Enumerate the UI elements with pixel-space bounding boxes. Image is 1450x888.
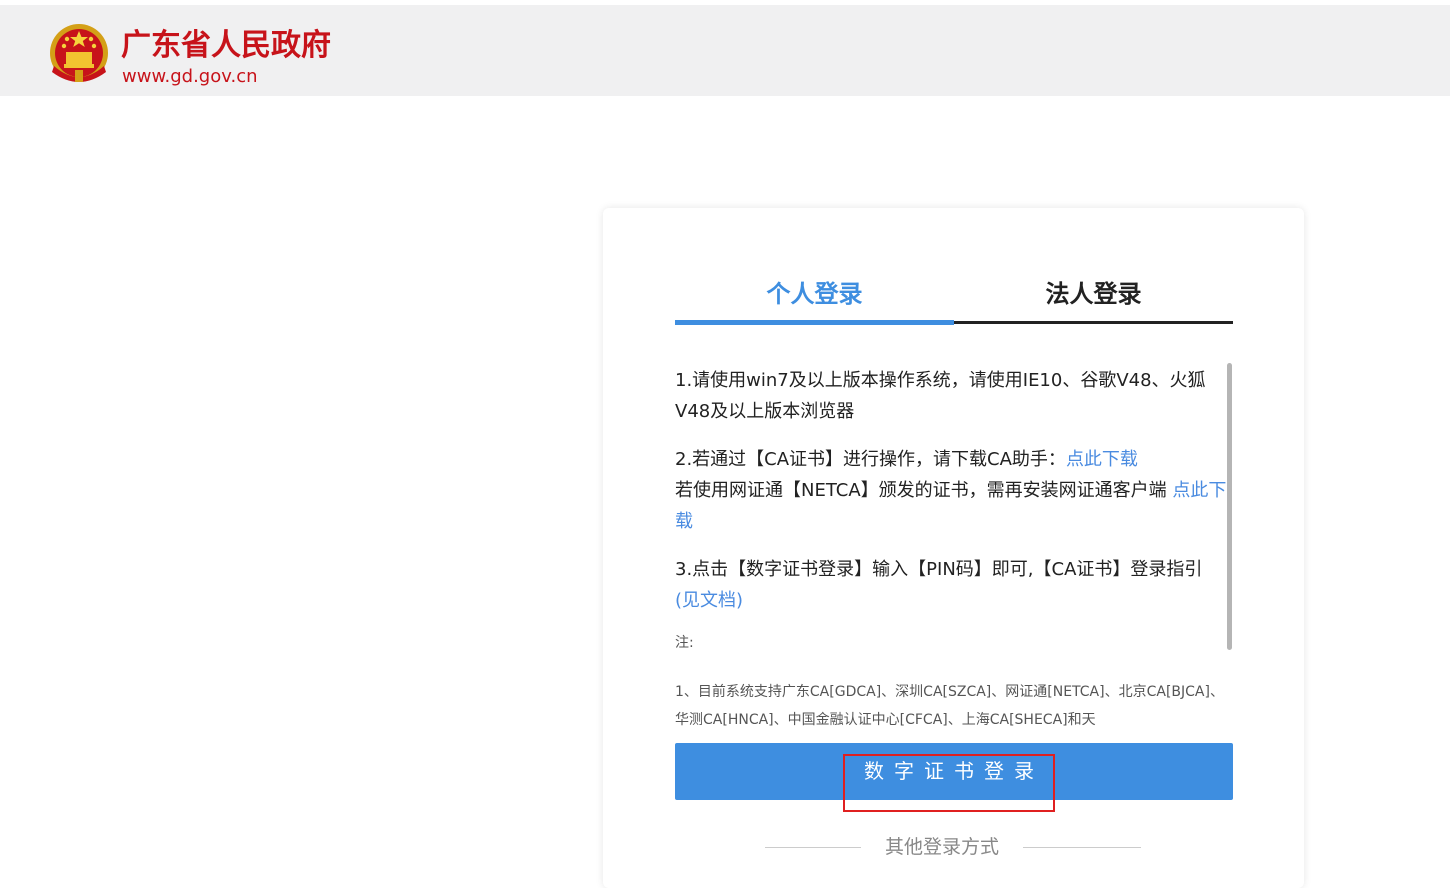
active-tab-indicator [675, 320, 954, 325]
guide-document-link[interactable]: (见文档) [675, 590, 743, 611]
site-name[interactable]: 广东省人民政府 [121, 29, 331, 63]
instructions-panel: 1.请使用win7及以上版本操作系统，请使用IE10、谷歌V48、火狐V48及以… [675, 365, 1227, 743]
divider-right [1023, 847, 1141, 848]
site-url[interactable]: www.gd.gov.cn [122, 66, 258, 88]
login-tabs: 个人登录 法人登录 [675, 272, 1233, 326]
instructions-scrollbar[interactable] [1227, 363, 1233, 751]
instruction-item-2: 2.若通过【CA证书】进行操作，请下载CA助手：点此下载 若使用网证通【NETC… [675, 444, 1227, 537]
instruction-item-2-netca-text: 若使用网证通【NETCA】颁发的证书，需再安装网证通客户端 [675, 480, 1167, 501]
ca-helper-download-link[interactable]: 点此下载 [1066, 449, 1138, 470]
instruction-item-2-text: 2.若通过【CA证书】进行操作，请下载CA助手： [675, 449, 1066, 470]
note-title: 注: [675, 635, 694, 651]
scrollbar-thumb[interactable] [1227, 363, 1232, 650]
instruction-item-3-text: 3.点击【数字证书登录】输入【PIN码】即可,【CA证书】登录指引 [675, 559, 1203, 580]
national-emblem-icon [50, 24, 108, 82]
tab-corporate-login[interactable]: 法人登录 [954, 272, 1233, 322]
instruction-item-3: 3.点击【数字证书登录】输入【PIN码】即可,【CA证书】登录指引 (见文档) [675, 554, 1227, 616]
other-login-methods-label[interactable]: 其他登录方式 [861, 835, 1023, 859]
tab-divider-line [954, 321, 1233, 324]
other-login-methods: 其他登录方式 [765, 835, 1141, 859]
digital-certificate-login-button[interactable]: 数字证书登录 [675, 743, 1233, 800]
tab-personal-login[interactable]: 个人登录 [675, 272, 954, 322]
site-header: 广东省人民政府 www.gd.gov.cn [0, 5, 1450, 96]
note-line-1: 1、目前系统支持广东CA[GDCA]、深圳CA[SZCA]、网证通[NETCA]… [675, 684, 1224, 728]
instruction-item-1: 1.请使用win7及以上版本操作系统，请使用IE10、谷歌V48、火狐V48及以… [675, 370, 1206, 422]
divider-left [765, 847, 861, 848]
login-card: 个人登录 法人登录 1.请使用win7及以上版本操作系统，请使用IE10、谷歌V… [603, 208, 1304, 888]
